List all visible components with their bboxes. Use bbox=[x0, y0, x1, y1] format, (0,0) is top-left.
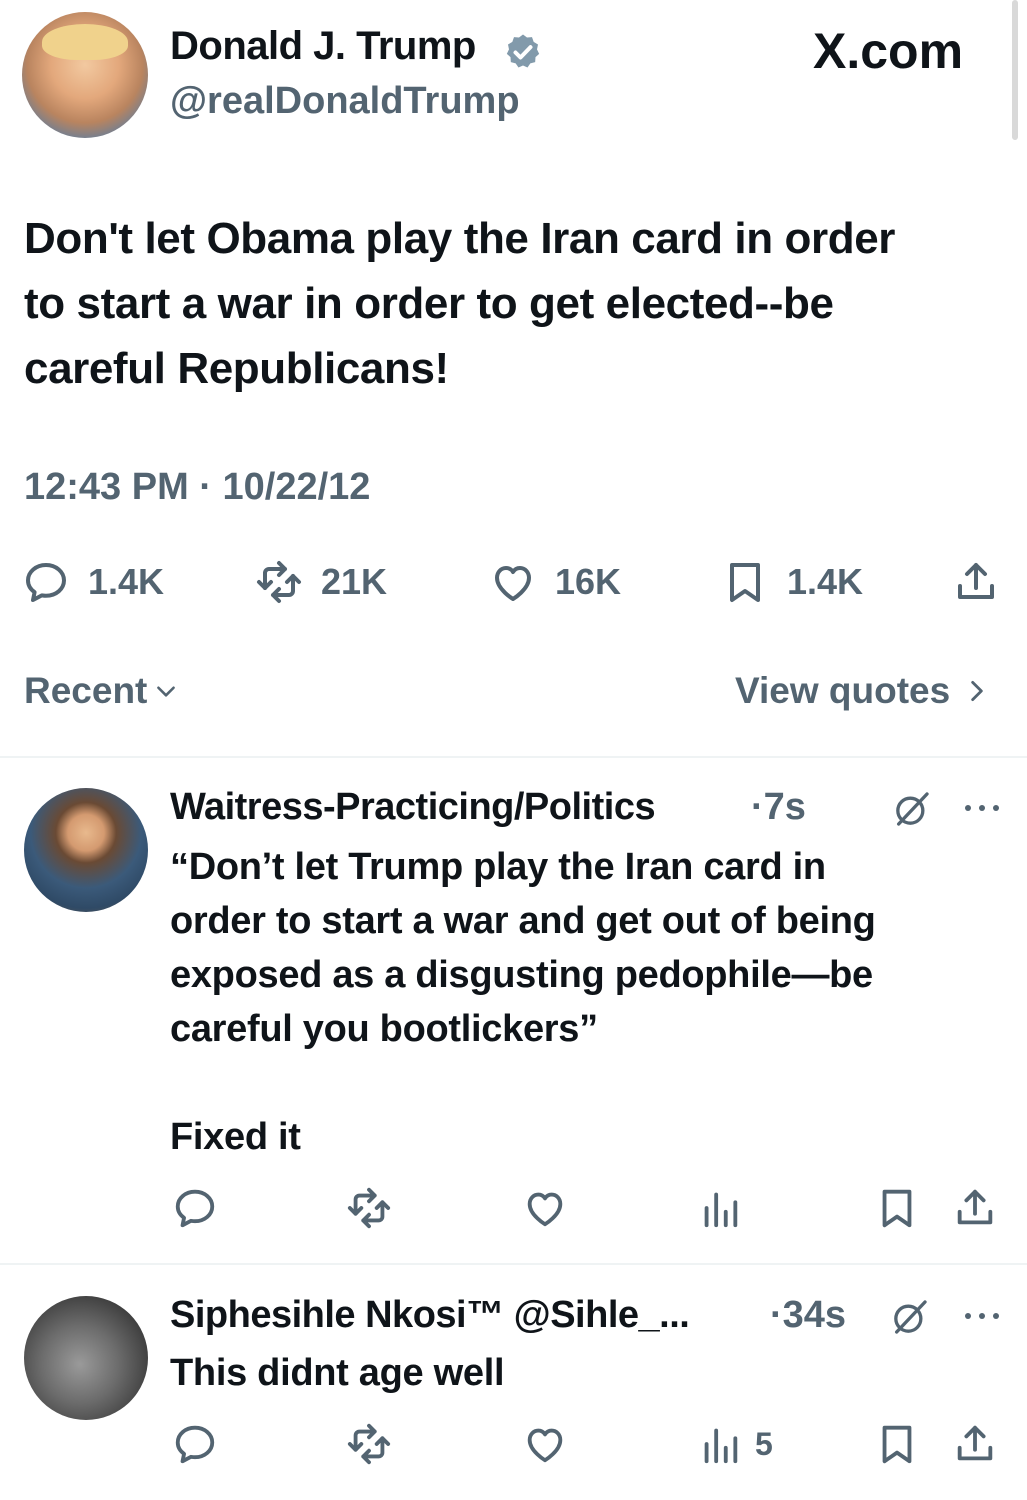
reply-extra-text: Fixed it bbox=[170, 1116, 301, 1158]
repost-icon bbox=[255, 558, 303, 606]
reply-text-line: This didnt age well bbox=[170, 1352, 505, 1394]
site-label: X.com bbox=[813, 23, 964, 79]
reply-count: 1.4K bbox=[88, 561, 165, 602]
reply-author-name[interactable]: Siphesihle Nkosi™ @Sihle_... bbox=[170, 1294, 690, 1337]
view-quotes-link[interactable]: View quotes bbox=[735, 670, 990, 712]
like-count-button[interactable]: 16K bbox=[489, 556, 621, 608]
share-icon[interactable] bbox=[952, 1185, 998, 1231]
sort-label: Recent bbox=[24, 670, 148, 711]
reply-author-name[interactable]: Waitress-Practicing/Politics bbox=[170, 786, 656, 829]
avatar-hair bbox=[42, 24, 128, 60]
views-count: 5 bbox=[755, 1425, 773, 1462]
grok-icon[interactable] bbox=[892, 789, 932, 829]
bar-chart-icon bbox=[697, 1421, 743, 1467]
repost-icon[interactable] bbox=[346, 1185, 392, 1231]
reply-text-line: exposed as a disgusting pedophile—be bbox=[170, 954, 873, 996]
bookmark-count: 1.4K bbox=[787, 561, 864, 602]
comment-bubble-icon bbox=[22, 558, 70, 606]
scrollbar[interactable] bbox=[1012, 0, 1018, 140]
reply-avatar[interactable] bbox=[24, 1296, 148, 1420]
tweet-text-line: careful Republicans! bbox=[24, 344, 449, 393]
views-button[interactable]: 5 bbox=[697, 1421, 773, 1467]
reply-text-line: “Don’t let Trump play the Iran card in bbox=[170, 846, 826, 888]
view-quotes-label: View quotes bbox=[735, 670, 951, 711]
reply-text: “Don’t let Trump play the Iran card in o… bbox=[170, 840, 990, 1056]
chevron-right-icon bbox=[971, 680, 983, 702]
reply-text-line: careful you bootlickers” bbox=[170, 1008, 598, 1050]
repost-count: 21K bbox=[321, 561, 388, 602]
reply-icon[interactable] bbox=[172, 1421, 218, 1467]
tweet-text-line: Don't let Obama play the Iran card in or… bbox=[24, 214, 896, 263]
reply-time[interactable]: ·7s bbox=[751, 786, 806, 829]
bookmark-icon[interactable] bbox=[874, 1421, 920, 1467]
share-icon[interactable] bbox=[952, 558, 1000, 606]
more-dots-icon[interactable] bbox=[962, 1306, 1002, 1326]
tweet-text-line: to start a war in order to get elected--… bbox=[24, 279, 834, 328]
reply-icon[interactable] bbox=[172, 1185, 218, 1231]
author-name[interactable]: Donald J. Trump bbox=[170, 24, 476, 69]
like-count: 16K bbox=[555, 561, 622, 602]
heart-icon bbox=[489, 558, 537, 606]
divider bbox=[0, 1263, 1027, 1265]
bookmark-icon bbox=[721, 558, 769, 606]
share-icon[interactable] bbox=[952, 1421, 998, 1467]
chevron-down-icon bbox=[157, 686, 176, 697]
heart-icon[interactable] bbox=[522, 1185, 568, 1231]
reply-avatar[interactable] bbox=[24, 788, 148, 912]
verified-badge-icon bbox=[506, 34, 540, 68]
repost-count-button[interactable]: 21K bbox=[255, 556, 387, 608]
grok-icon[interactable] bbox=[890, 1297, 930, 1337]
more-dots-icon[interactable] bbox=[962, 798, 1002, 818]
author-handle[interactable]: @realDonaldTrump bbox=[170, 80, 520, 123]
bookmark-icon[interactable] bbox=[874, 1185, 920, 1231]
bar-chart-icon[interactable] bbox=[697, 1185, 743, 1231]
sort-dropdown[interactable]: Recent bbox=[24, 670, 179, 712]
author-avatar[interactable] bbox=[22, 12, 148, 138]
reply-text: This didnt age well bbox=[170, 1346, 990, 1400]
reply-time[interactable]: ·34s bbox=[770, 1294, 846, 1337]
divider bbox=[0, 756, 1027, 758]
reply-text-line: order to start a war and get out of bein… bbox=[170, 900, 876, 942]
bookmark-count-button[interactable]: 1.4K bbox=[721, 556, 863, 608]
tweet-timestamp[interactable]: 12:43 PM · 10/22/12 bbox=[24, 466, 370, 509]
heart-icon[interactable] bbox=[522, 1421, 568, 1467]
reply-count-button[interactable]: 1.4K bbox=[22, 556, 164, 608]
repost-icon[interactable] bbox=[346, 1421, 392, 1467]
tweet-text: Don't let Obama play the Iran card in or… bbox=[24, 206, 1009, 401]
